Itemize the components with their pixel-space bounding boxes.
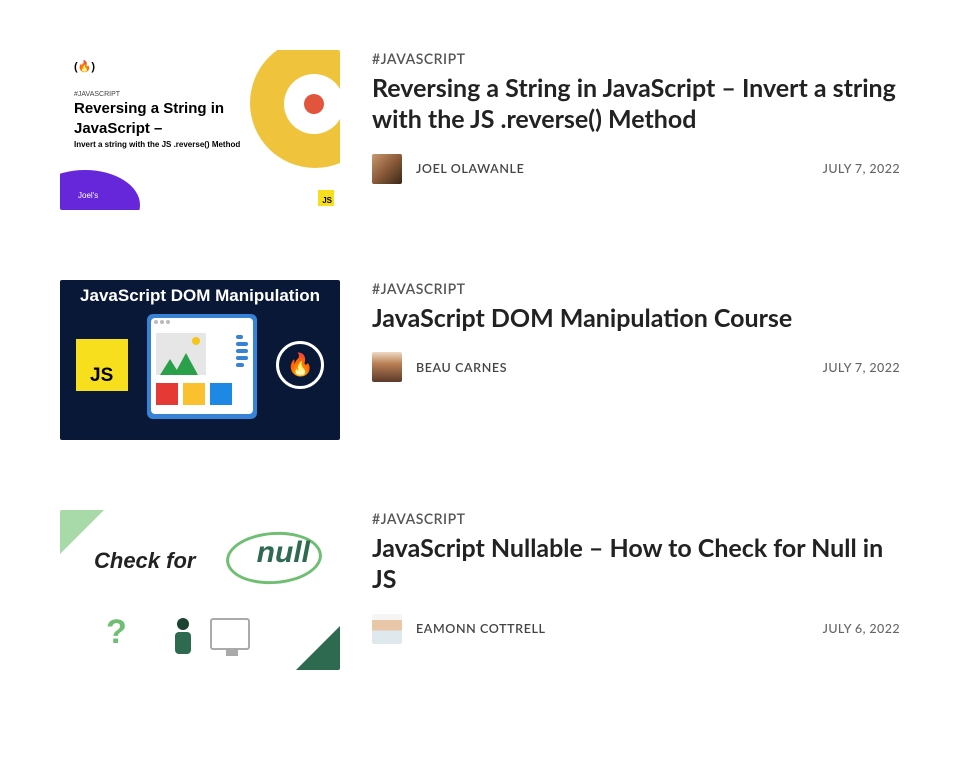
category-tag[interactable]: #JAVASCRIPT <box>372 510 900 527</box>
article-content: #JAVASCRIPT JavaScript Nullable – How to… <box>372 510 900 670</box>
author-name: JOEL OLAWANLE <box>416 161 524 176</box>
article-title[interactable]: Reversing a String in JavaScript – Inver… <box>372 73 900 136</box>
js-icon: JS <box>76 339 128 391</box>
article-thumbnail[interactable]: (🔥) #JAVASCRIPT Reversing a String in Ja… <box>60 50 340 210</box>
article-thumbnail[interactable]: JavaScript DOM Manipulation JS <box>60 280 340 440</box>
window-titlebar <box>151 318 253 328</box>
publish-date: JULY 6, 2022 <box>823 621 900 636</box>
article-content: #JAVASCRIPT JavaScript DOM Manipulation … <box>372 280 900 440</box>
thumb-badge: Joel's <box>70 189 106 202</box>
publish-date: JULY 7, 2022 <box>823 161 900 176</box>
thumb-row: JS <box>60 310 340 419</box>
article-title[interactable]: JavaScript DOM Manipulation Course <box>372 303 900 334</box>
author-link[interactable]: EAMONN COTTRELL <box>372 614 546 644</box>
color-squares <box>156 383 232 405</box>
decor-triangle <box>296 626 340 670</box>
author-avatar <box>372 614 402 644</box>
thumb-null: null <box>257 536 310 570</box>
image-graphic <box>156 333 206 375</box>
person-graphic <box>170 618 196 656</box>
article-content: #JAVASCRIPT Reversing a String in JavaSc… <box>372 50 900 210</box>
author-link[interactable]: JOEL OLAWANLE <box>372 154 524 184</box>
question-mark-icon: ? <box>106 613 127 652</box>
article-card: Check for null ? #JAVASCRIPT JavaScript … <box>60 510 900 670</box>
author-name: BEAU CARNES <box>416 360 507 375</box>
author-link[interactable]: BEAU CARNES <box>372 352 507 382</box>
thumb-text: Check for <box>94 548 195 574</box>
monitor-graphic <box>210 618 250 650</box>
category-tag[interactable]: #JAVASCRIPT <box>372 50 900 67</box>
author-avatar <box>372 154 402 184</box>
category-tag[interactable]: #JAVASCRIPT <box>372 280 900 297</box>
freecodecamp-icon: 🔥 <box>276 341 324 389</box>
decor-dot <box>304 94 324 114</box>
article-title[interactable]: JavaScript Nullable – How to Check for N… <box>372 533 900 596</box>
author-avatar <box>372 352 402 382</box>
text-lines <box>236 333 248 409</box>
article-card: JavaScript DOM Manipulation JS <box>60 280 900 440</box>
author-name: EAMONN COTTRELL <box>416 621 546 636</box>
article-meta: JOEL OLAWANLE JULY 7, 2022 <box>372 154 900 184</box>
article-card: (🔥) #JAVASCRIPT Reversing a String in Ja… <box>60 50 900 210</box>
js-icon: JS <box>318 190 334 206</box>
publish-date: JULY 7, 2022 <box>823 360 900 375</box>
thumb-heading: JavaScript DOM Manipulation <box>60 280 340 310</box>
article-meta: BEAU CARNES JULY 7, 2022 <box>372 352 900 382</box>
article-meta: EAMONN COTTRELL JULY 6, 2022 <box>372 614 900 644</box>
article-thumbnail[interactable]: Check for null ? <box>60 510 340 670</box>
window-graphic <box>147 314 257 419</box>
window-body <box>151 328 253 414</box>
